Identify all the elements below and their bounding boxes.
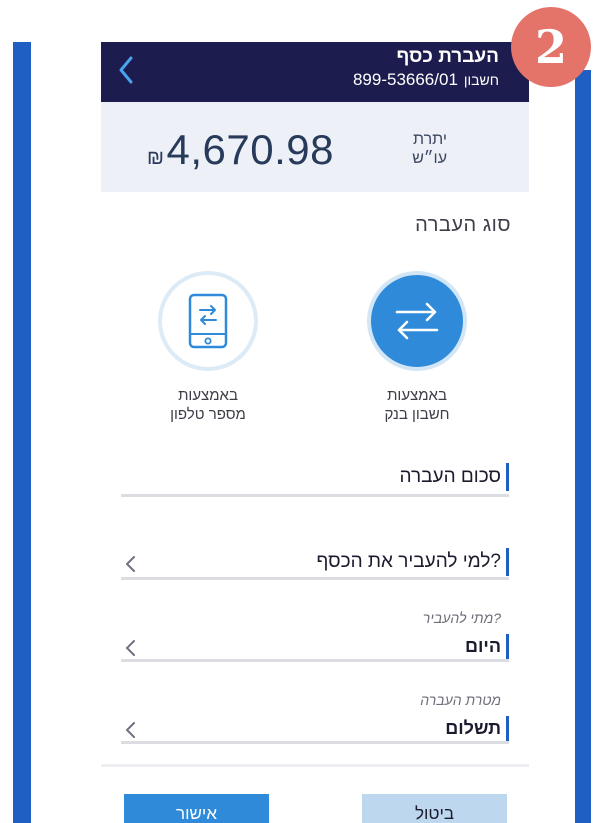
transfer-by-bank-label: באמצעות חשבון בנק [357, 386, 477, 424]
purpose-field-value[interactable]: תשלום [445, 718, 501, 739]
frame-right-bar [575, 70, 591, 823]
recipient-field-marker [506, 548, 509, 576]
when-field-value[interactable]: היום [465, 636, 501, 657]
bank-option-line1: באמצעות [387, 387, 447, 404]
cancel-button[interactable]: ביטול [362, 794, 507, 823]
purpose-field-underline [121, 741, 509, 744]
balance-value: 4,670.98 [166, 126, 334, 173]
balance-panel: ₪ 4,670.98 יתרת עו״ש [101, 102, 529, 192]
amount-field-underline [121, 494, 509, 497]
purpose-chevron-icon[interactable] [123, 720, 137, 740]
account-info: 899-53666/01 חשבון [353, 70, 499, 90]
bank-option-line2: חשבון בנק [384, 406, 450, 423]
balance-label-line1: יתרת [412, 131, 447, 148]
arrows-swap-icon [395, 302, 439, 340]
transfer-type-title: סוג העברה [415, 214, 511, 236]
balance-label: יתרת עו״ש [403, 130, 447, 168]
amount-field-marker [506, 463, 509, 491]
chevron-left-icon [119, 56, 133, 84]
footer-divider [101, 764, 529, 767]
step-badge: 2 [511, 7, 591, 87]
purpose-field-marker [506, 716, 509, 742]
back-button[interactable] [111, 50, 141, 90]
recipient-field[interactable]: למי להעביר את הכסף? [316, 551, 501, 573]
confirm-button[interactable]: אישור [124, 794, 269, 823]
balance-amount: ₪ 4,670.98 [147, 126, 334, 174]
phone-screen: העברת כסף 899-53666/01 חשבון ₪ 4,670.98 … [101, 42, 529, 823]
transfer-by-bank-option[interactable] [367, 271, 467, 371]
balance-label-line2: עו״ש [412, 150, 447, 167]
phone-swap-icon [188, 293, 228, 349]
account-number: 899-53666/01 [352, 70, 458, 89]
currency-symbol: ₪ [147, 147, 165, 169]
phone-option-line2: מספר טלפון [170, 406, 246, 423]
when-field-label: מתי להעביר? [422, 610, 501, 626]
when-field-marker [506, 634, 509, 660]
when-chevron-icon[interactable] [123, 638, 137, 658]
purpose-field-label: מטרת העברה [420, 692, 501, 708]
phone-option-line1: באמצעות [178, 387, 238, 404]
account-label: חשבון [463, 72, 499, 88]
recipient-chevron-icon[interactable] [123, 554, 137, 574]
transfer-by-phone-label: באמצעות מספר טלפון [148, 386, 268, 424]
frame-right [572, 0, 604, 823]
amount-field[interactable]: סכום העברה [400, 466, 501, 488]
page-title: העברת כסף [396, 46, 499, 67]
when-field-underline [121, 659, 509, 662]
header: העברת כסף 899-53666/01 חשבון [101, 42, 529, 102]
frame-left [0, 0, 32, 823]
recipient-field-underline [121, 577, 509, 580]
transfer-by-phone-option[interactable] [158, 271, 258, 371]
frame-left-bar [13, 42, 31, 823]
